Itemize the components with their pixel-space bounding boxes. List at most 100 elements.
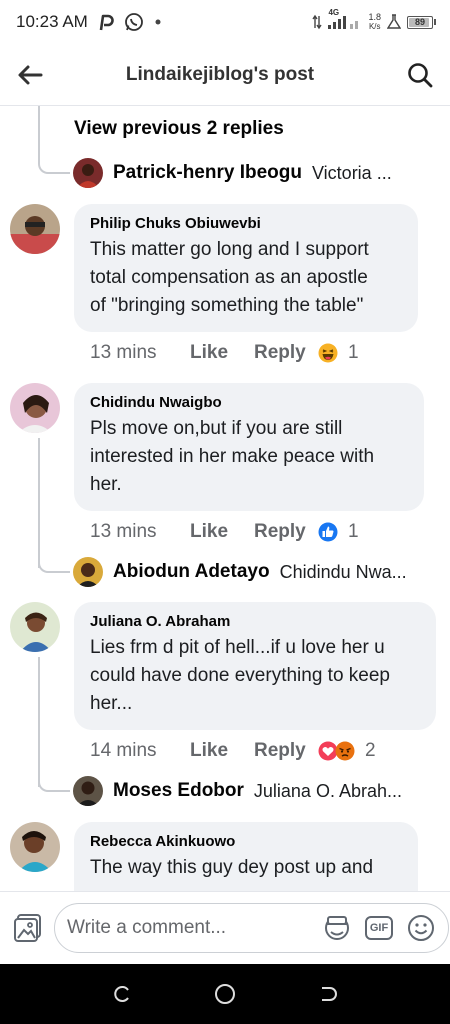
comment-composer: GIF [0,891,450,964]
reply-button[interactable]: Reply [254,521,318,543]
pinterest-notification-icon [98,13,114,31]
lab-flask-icon [387,14,401,30]
reply-snippet: Chidindu Nwa... [279,561,407,582]
search-icon [408,62,433,87]
status-time: 10:23 AM [16,12,88,31]
thread-connector [38,132,70,174]
status-bar: 10:23 AM 4G 1.8 K/s 89 [0,0,450,44]
data-transfer-icon [312,14,323,30]
avatar[interactable] [73,776,103,806]
angry-reaction-icon [335,741,355,761]
signal-strength-icon: 4G [328,8,362,30]
reaction-count: 1 [348,342,359,363]
network-type-label: 4G [328,8,340,17]
gif-button[interactable]: GIF [362,911,396,945]
network-speed-value: 1.8 [368,12,381,22]
comment-actions: 14 mins Like Reply 2 [90,740,376,762]
comment-author-name[interactable]: Chidindu Nwaigbo [90,394,408,411]
more-notifications-dot-icon [154,18,162,26]
reaction-count: 1 [348,521,359,542]
recent-apps-button[interactable] [102,974,142,1014]
comment-timestamp: 14 mins [90,740,157,761]
haha-reaction-icon [318,343,338,363]
comment-bubble[interactable]: Chidindu Nwaigbo Pls move on,but if you … [74,383,424,511]
avatar[interactable] [10,602,60,652]
home-button[interactable] [205,974,245,1014]
comment-actions: 13 mins Like Reply 1 [90,342,359,364]
emoji-icon [408,915,434,941]
reactions-summary[interactable]: 1 [318,521,359,543]
reply-snippet: Victoria ... [312,162,392,183]
thread-connector [38,106,40,132]
reaction-count: 2 [365,740,376,761]
network-speed: 1.8 K/s [368,12,381,32]
battery-icon: 89 [407,15,436,29]
avatar[interactable] [73,557,103,587]
comment-line: The way this guy dey post up and [90,857,374,878]
emoji-button[interactable] [404,911,438,945]
whatsapp-notification-icon [124,12,144,32]
comment-author-name[interactable]: Rebecca Akinkuowo [90,833,402,850]
comment-line: This matter go long and I support [90,239,369,260]
back-button[interactable] [0,44,60,106]
comment-author-name[interactable]: Philip Chuks Obiuwevbi [90,215,402,232]
reply-preview[interactable]: Patrick-henry Ibeogu Victoria ... [73,158,433,188]
avatar-sticker-button[interactable] [320,911,354,945]
comment-text: The way this guy dey post up and [90,854,402,882]
comment-line: her. [90,474,122,495]
arrow-left-icon [18,65,43,84]
like-button[interactable]: Like [190,740,254,762]
comment-text: Lies frm d pit of hell...if u love her u… [90,634,420,718]
search-button[interactable] [390,44,450,106]
reactions-summary[interactable]: 1 [318,342,359,364]
comment-line: total compensation as an apostle [90,267,368,288]
comment-bubble[interactable]: Juliana O. Abraham Lies frm d pit of hel… [74,602,436,730]
avatar[interactable] [73,158,103,188]
comment-bubble[interactable]: Philip Chuks Obiuwevbi This matter go lo… [74,204,418,332]
comment-input-box[interactable]: GIF [54,903,449,953]
home-icon [214,984,235,1004]
comment-timestamp: 13 mins [90,342,157,363]
app-header: Lindaikejiblog's post [0,44,450,106]
back-nav-icon [322,987,338,1001]
avatar[interactable] [10,383,60,433]
reply-author-name[interactable]: Abiodun Adetayo [113,561,270,583]
gif-label: GIF [369,922,389,934]
comment-line: her... [90,693,133,714]
battery-level: 89 [414,17,425,27]
reply-button[interactable]: Reply [254,740,318,762]
reply-preview[interactable]: Moses Edobor Juliana O. Abrah... [73,776,433,806]
avatar-sticker-icon [325,916,349,940]
system-nav-bar [0,964,450,1024]
comment-line: interested in her make peace with [90,446,375,467]
back-nav-button[interactable] [308,974,348,1014]
comment-bubble[interactable]: Rebecca Akinkuowo The way this guy dey p… [74,822,418,891]
reactions-summary[interactable]: 2 [318,740,376,762]
reply-author-name[interactable]: Patrick-henry Ibeogu [113,162,302,184]
avatar[interactable] [10,204,60,254]
reply-author-name[interactable]: Moses Edobor [113,780,244,802]
like-button[interactable]: Like [190,342,254,364]
reply-button[interactable]: Reply [254,342,318,364]
comment-actions: 13 mins Like Reply 1 [90,521,359,543]
like-button[interactable]: Like [190,521,254,543]
comment-line: Pls move on,but if you are still [90,418,343,439]
recent-apps-icon [113,986,129,1002]
view-previous-replies-link[interactable]: View previous 2 replies [74,118,284,140]
like-reaction-icon [318,522,338,542]
photo-icon [14,914,41,942]
reply-preview[interactable]: Abiodun Adetayo Chidindu Nwa... [73,557,433,587]
comment-line: Lies frm d pit of hell...if u love her u [90,637,385,658]
avatar[interactable] [10,822,60,872]
comment-input[interactable] [67,917,312,939]
comment-author-name[interactable]: Juliana O. Abraham [90,613,420,630]
comment-text: This matter go long and I support total … [90,236,402,320]
comment-line: of "bringing something the table" [90,295,364,316]
comment-timestamp: 13 mins [90,521,157,542]
comment-text: Pls move on,but if you are still interes… [90,415,408,499]
page-title: Lindaikejiblog's post [125,63,315,85]
reply-snippet: Juliana O. Abrah... [253,780,402,801]
network-speed-unit: K/s [368,22,381,31]
add-photo-button[interactable] [12,909,44,947]
comments-list: View previous 2 replies Patrick-henry Ib… [0,106,450,891]
